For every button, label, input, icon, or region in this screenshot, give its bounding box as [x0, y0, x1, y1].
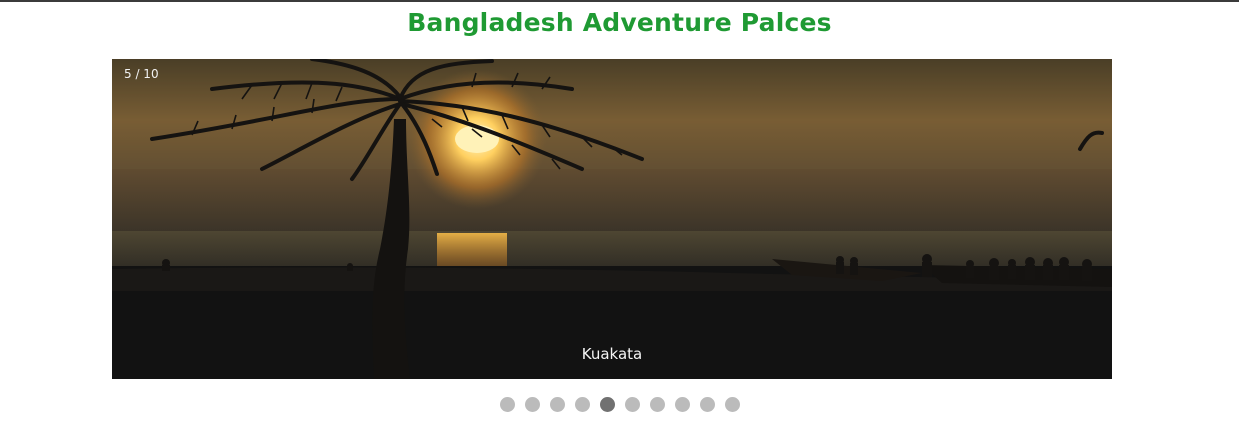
- slideshow: 5 / 10 Kuakata: [112, 59, 1112, 379]
- slide-dot-3[interactable]: [549, 397, 565, 412]
- slide-dot-9[interactable]: [699, 397, 715, 412]
- slide-dot-8[interactable]: [674, 397, 690, 412]
- slide-caption: Kuakata: [581, 345, 643, 363]
- slide-dots: [0, 397, 1239, 412]
- slide-dot-10[interactable]: [724, 397, 740, 412]
- slide-dot-1[interactable]: [499, 397, 515, 412]
- slide-dot-6[interactable]: [624, 397, 640, 412]
- slide-counter: 5 / 10: [124, 67, 159, 81]
- slide-image: [112, 59, 1112, 379]
- top-border: [0, 0, 1239, 2]
- slide-dot-5[interactable]: [599, 397, 615, 412]
- slide-dot-7[interactable]: [649, 397, 665, 412]
- slide-dot-4[interactable]: [574, 397, 590, 412]
- page-title: Bangladesh Adventure Palces: [407, 8, 832, 37]
- slide-dot-2[interactable]: [524, 397, 540, 412]
